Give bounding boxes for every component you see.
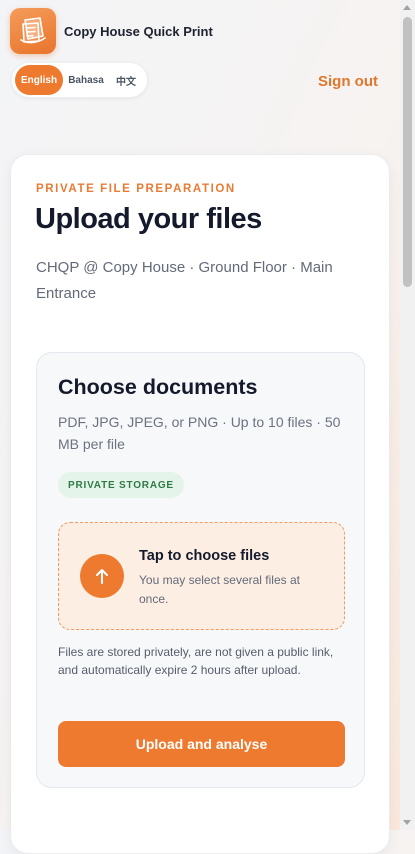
eyebrow-label: PRIVATE FILE PREPARATION [36, 183, 236, 195]
sign-out-link[interactable]: Sign out [318, 73, 378, 90]
lang-chinese-button[interactable]: 中文 [109, 65, 143, 95]
dropzone-subtitle: You may select several files at once. [139, 573, 300, 606]
lang-bahasa-button[interactable]: Bahasa [63, 65, 109, 95]
file-dropzone[interactable]: Tap to choose files You may select sever… [58, 522, 345, 630]
page-title: Upload your files [35, 203, 262, 235]
upload-and-analyse-button[interactable]: Upload and analyse [58, 721, 345, 767]
vertical-scrollbar[interactable] [400, 0, 415, 830]
location-text: CHQP @ Copy House · Ground Floor · Main … [36, 259, 333, 302]
accepted-formats: PDF, JPG, JPEG, or PNG · Up to 10 files … [58, 414, 341, 452]
lang-english-button[interactable]: English [15, 65, 63, 95]
printer-paper-icon [10, 8, 56, 54]
panel-heading: Choose documents [58, 375, 258, 399]
brand: Copy House Quick Print [10, 8, 213, 54]
scroll-thumb[interactable] [403, 17, 412, 287]
language-switcher: English Bahasa 中文 [11, 62, 148, 98]
status-badge: PRIVATE STORAGE [58, 472, 184, 498]
privacy-note: Files are stored privately, are not give… [58, 645, 334, 677]
scroll-up-icon[interactable] [403, 5, 411, 10]
upload-card: PRIVATE FILE PREPARATION Upload your fil… [10, 154, 390, 854]
arrow-up-icon [80, 554, 124, 598]
dropzone-title: Tap to choose files [139, 548, 270, 564]
brand-name: Copy House Quick Print [64, 23, 213, 39]
scroll-down-icon[interactable] [403, 820, 411, 825]
upload-panel: Choose documents PDF, JPG, JPEG, or PNG … [36, 352, 365, 788]
